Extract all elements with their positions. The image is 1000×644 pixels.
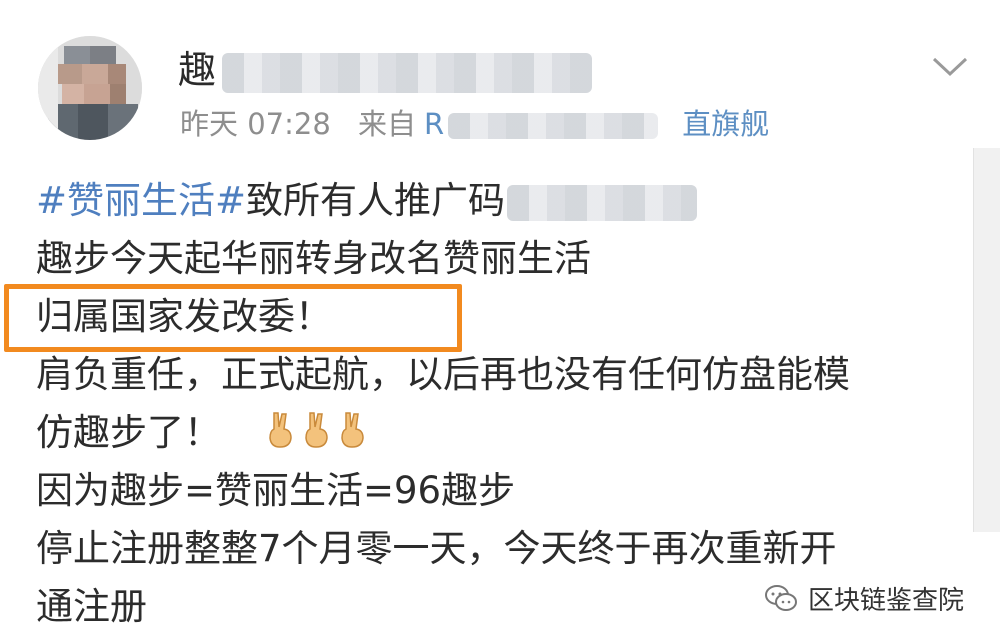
avatar-image — [38, 36, 142, 140]
source-blur — [448, 113, 659, 139]
victory-hand-emoji — [268, 412, 292, 448]
content-line-1: #赞丽生活#致所有人推广码 — [36, 172, 976, 230]
victory-hand-emoji — [340, 412, 364, 448]
expand-chevron-icon[interactable] — [930, 46, 970, 86]
content-blur — [507, 184, 698, 221]
content-line-5: 仿趣步了！ — [36, 404, 976, 462]
content-line-7: 停止注册整整7个月零一天，今天终于再次重新开 — [36, 527, 837, 570]
username-blur — [222, 52, 593, 93]
content-line-2: 趣步今天起华丽转身改名赞丽生活 — [36, 237, 591, 280]
post-content: #赞丽生活#致所有人推广码 趣步今天起华丽转身改名赞丽生活 归属国家发改委！ 肩… — [36, 172, 976, 636]
watermark-label: 区块链鉴查院 — [807, 585, 964, 616]
hashtag[interactable]: #赞丽生活# — [36, 179, 246, 222]
scrollbar[interactable] — [973, 148, 1000, 532]
content-line-6: 因为趣步=赞丽生活=96趣步 — [36, 469, 516, 512]
post-time: 昨天 07:28 — [180, 107, 331, 141]
watermark: 区块链鉴查院 — [764, 578, 964, 618]
username[interactable]: 趣 — [178, 40, 593, 100]
content-text: 仿趣步了！ — [36, 411, 221, 454]
source-head[interactable]: R — [424, 107, 444, 141]
wechat-watermark-icon — [764, 585, 797, 611]
post-meta: 昨天 07:28 来自 R 直旗舰 — [180, 102, 787, 146]
victory-hand-emoji — [304, 412, 328, 448]
source-prefix: 来自 — [358, 107, 417, 141]
content-line-4: 肩负重任，正式起航，以后再也没有任何仿盘能模 — [36, 353, 850, 396]
content-text: 致所有人推广码 — [246, 179, 506, 222]
username-text: 趣 — [178, 48, 217, 92]
avatar[interactable] — [38, 36, 142, 140]
highlight-box — [4, 284, 462, 352]
source-tail[interactable]: 直旗舰 — [682, 107, 769, 141]
